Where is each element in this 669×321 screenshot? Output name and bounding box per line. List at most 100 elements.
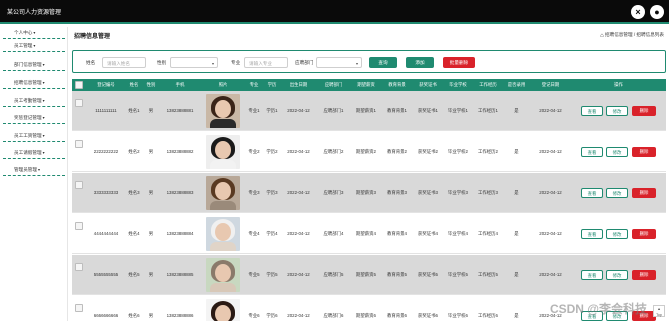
table-row: 1111111111 姓名1 男 13823888881 专业1 学历1 2022-04-1… [72, 91, 666, 131]
chevron-down-icon: ▾ [42, 80, 45, 85]
chevron-down-icon: ▾ [211, 61, 214, 66]
main-content: 招聘信息管理 ⌂ 招聘信息管理 / 招聘信息列表 姓名 请输入姓名 性别 ▾ 专… [72, 27, 666, 321]
top-bar: 某公司人力资源管理 × ● [0, 0, 669, 24]
cell-dept: 应聘部门1 [323, 108, 344, 113]
col-date: 登记日期 [541, 82, 560, 87]
view-button[interactable]: 查看 [581, 229, 603, 239]
row-checkbox[interactable] [75, 181, 83, 189]
cell-cert: 获奖证书3 [417, 190, 438, 195]
cell-birth: 2022-04-12 [287, 272, 310, 277]
chevron-down-icon: ▾ [42, 150, 45, 155]
cell-phone: 13823888883 [166, 190, 194, 195]
sidebar-item-employee[interactable]: 员工管理▾ [3, 40, 65, 52]
view-button[interactable]: 查看 [581, 270, 603, 280]
gender-select[interactable]: ▾ [170, 57, 218, 68]
home-icon[interactable]: ⌂ [600, 33, 604, 39]
dept-label: 应聘部门 [295, 60, 314, 65]
edit-button[interactable]: 修改 [606, 229, 628, 239]
delete-button[interactable]: 删除 [632, 147, 656, 157]
row-checkbox[interactable] [75, 140, 83, 148]
delete-button[interactable]: 删除 [632, 106, 656, 116]
cell-gender: 男 [148, 108, 154, 113]
cell-exp: 工作经历1 [477, 108, 498, 113]
row-checkbox[interactable] [75, 304, 83, 312]
col-school: 毕业学校 [449, 82, 467, 87]
app-title: 某公司人力资源管理 [7, 10, 62, 16]
query-button[interactable]: 查询 [369, 57, 397, 68]
cell-phone: 13823888881 [166, 108, 194, 113]
cell-salary: 期望薪资5 [355, 272, 376, 277]
cell-hired: 是 [514, 272, 519, 277]
view-button[interactable]: 查看 [581, 147, 603, 157]
cell-edu: 学历4 [266, 231, 278, 236]
cell-salary: 期望薪资1 [355, 108, 376, 113]
cell-bg: 教育背景3 [386, 190, 407, 195]
chevron-down-icon: ▾ [42, 98, 45, 103]
col-exp: 工作经历 [479, 82, 497, 87]
sidebar-item-personal-center[interactable]: 个人中心▾ [3, 27, 65, 39]
sidebar-item-department[interactable]: 部门信息管理▾ [3, 59, 65, 71]
cell-id: 2222222222 [93, 149, 119, 154]
col-photo: 照片 [218, 82, 228, 87]
sidebar-item-rewards[interactable]: 奖惩登记管理▾ [3, 112, 65, 124]
cell-id: 3333333333 [93, 190, 119, 195]
breadcrumb-level1[interactable]: 招聘信息管理 [605, 32, 633, 37]
cell-phone: 13823888886 [166, 313, 194, 318]
cell-school: 毕业学校6 [447, 313, 468, 318]
col-phone: 手机 [175, 82, 185, 87]
sidebar-item-attendance[interactable]: 员工考勤管理▾ [3, 95, 65, 107]
cell-major: 专业3 [248, 190, 260, 195]
col-major: 专业 [249, 82, 259, 87]
close-icon[interactable]: × [631, 5, 645, 19]
select-all-checkbox[interactable] [75, 81, 83, 89]
cell-major: 专业6 [248, 313, 260, 318]
table-row: 4444444444 姓名4 男 13823888884 专业4 学历4 2022-04-1… [72, 214, 666, 254]
cell-salary: 期望薪资2 [355, 149, 376, 154]
edit-button[interactable]: 修改 [606, 188, 628, 198]
dept-select[interactable]: ▾ [316, 57, 362, 68]
cell-exp: 工作经历4 [477, 231, 498, 236]
major-input[interactable]: 请输入专业 [244, 57, 288, 68]
row-checkbox[interactable] [75, 222, 83, 230]
row-checkbox[interactable] [75, 263, 83, 271]
chevron-down-icon: ▾ [42, 133, 45, 138]
cell-school: 毕业学校3 [447, 190, 468, 195]
delete-button[interactable]: 删除 [632, 270, 656, 280]
edit-button[interactable]: 修改 [606, 106, 628, 116]
cell-exp: 工作经历6 [477, 313, 498, 318]
edit-button[interactable]: 修改 [606, 147, 628, 157]
cell-id: 5555555555 [93, 272, 119, 277]
add-button[interactable]: 添加 [406, 57, 434, 68]
candidate-photo [206, 217, 240, 251]
view-button[interactable]: 查看 [581, 106, 603, 116]
cell-salary: 期望薪资4 [355, 231, 376, 236]
sidebar: 个人中心▾ 员工管理▾ 部门信息管理▾ 招聘信息管理▾ 员工考勤管理▾ 奖惩登记… [0, 27, 68, 321]
sidebar-item-leave[interactable]: 员工请假管理▾ [3, 147, 65, 159]
batch-delete-button[interactable]: 批量删除 [443, 57, 475, 68]
cell-name: 姓名3 [128, 190, 140, 195]
cell-gender: 男 [148, 231, 154, 236]
delete-button[interactable]: 删除 [632, 188, 656, 198]
col-id: 登记编号 [97, 82, 115, 87]
delete-button[interactable]: 删除 [632, 229, 656, 239]
view-button[interactable]: 查看 [581, 188, 603, 198]
row-checkbox[interactable] [75, 99, 83, 107]
col-bg: 教育背景 [388, 82, 406, 87]
cell-date: 2022-04-12 [539, 231, 562, 236]
cell-birth: 2022-04-12 [287, 149, 310, 154]
candidate-photo [206, 94, 240, 128]
sidebar-item-recruitment[interactable]: 招聘信息管理▾ [3, 77, 65, 89]
major-label: 专业 [231, 60, 241, 65]
chevron-down-icon: ▾ [33, 30, 36, 35]
user-icon[interactable]: ● [650, 5, 664, 19]
edit-button[interactable]: 修改 [606, 270, 628, 280]
chevron-down-icon: ▾ [355, 61, 358, 66]
cell-school: 毕业学校4 [447, 231, 468, 236]
candidate-photo [206, 135, 240, 169]
cell-name: 姓名4 [128, 231, 140, 236]
sidebar-item-admin[interactable]: 管理员管理▾ [3, 164, 65, 176]
back-to-top-button[interactable]: ▲ Top [653, 305, 665, 317]
sidebar-item-salary[interactable]: 员工工资管理▾ [3, 130, 65, 142]
name-input[interactable]: 请输入姓名 [102, 57, 146, 68]
chevron-up-icon: ▲ [657, 307, 661, 311]
